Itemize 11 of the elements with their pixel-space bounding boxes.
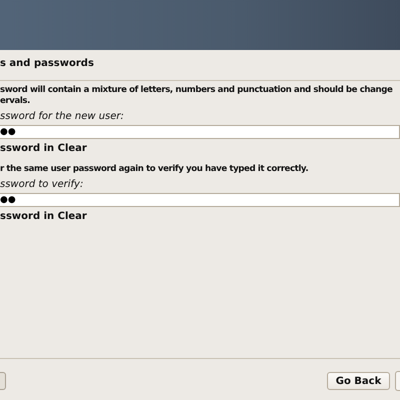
description-text: sword will contain a mixture of letters, numbers and punctuation and should be change — [0, 85, 394, 96]
checkbox-label[interactable]: ssword in Clear — [0, 210, 400, 223]
field-label: ssword to verify: — [0, 178, 84, 191]
section-title: s and passwords — [0, 57, 95, 71]
password-field[interactable]: ●● — [0, 125, 400, 139]
field-label: ssword for the new user: — [0, 110, 125, 123]
instruction-text: r the same user password again to verify you have typed it correctly. — [0, 164, 310, 175]
description-text: ervals. — [0, 96, 31, 107]
password-field[interactable]: ●● — [0, 193, 400, 207]
go-back-button[interactable]: Go Back — [327, 372, 390, 390]
checkbox-label[interactable]: ssword in Clear — [0, 142, 400, 155]
